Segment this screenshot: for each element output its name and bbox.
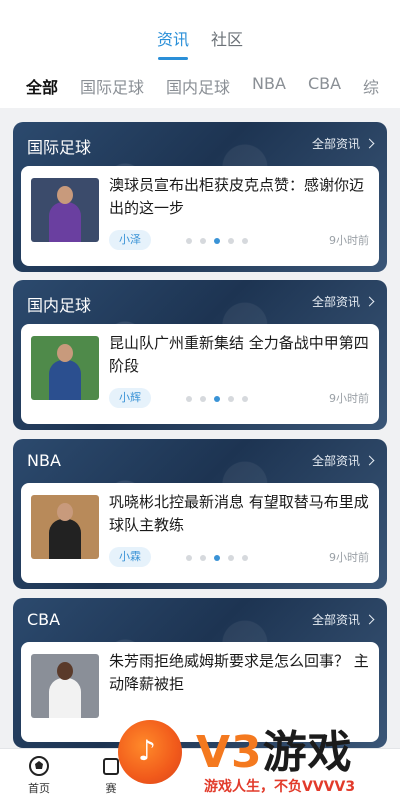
player-figure (49, 202, 81, 242)
carousel-dot[interactable] (242, 238, 248, 244)
news-time: 9小时前 (329, 234, 369, 247)
news-thumbnail (31, 178, 99, 242)
carousel-dot[interactable] (200, 555, 206, 561)
player-figure (49, 678, 81, 718)
tab-news[interactable]: 资讯 (157, 26, 189, 60)
news-time: 9小时前 (329, 551, 369, 564)
nav-item-home[interactable]: 首页 (14, 755, 64, 796)
home-soccer-icon (28, 755, 50, 777)
all-news-link[interactable]: 全部资讯 (311, 611, 375, 628)
player-head (57, 344, 73, 362)
news-card[interactable]: 昆山队广州重新集结 全力备战中甲第四阶段 小辉 9小时前 (21, 324, 379, 424)
news-thumbnail (31, 495, 99, 559)
main-tabs: 资讯 社区 (0, 26, 400, 60)
player-head (57, 186, 73, 204)
category-tab-comprehensive[interactable]: 综 (363, 74, 379, 98)
carousel-dot[interactable] (200, 238, 206, 244)
section-intl-football: 国际足球 全部资讯 澳球员宣布出柜获皮克点赞：感谢你迈出的这一步 小泽 9小时前 (13, 122, 387, 272)
section-title: CBA (27, 610, 61, 629)
section-nba: NBA 全部资讯 巩晓彬北控最新消息 有望取替马布里成球队主教练 小霖 9小时前 (13, 439, 387, 589)
carousel-dots (186, 555, 248, 561)
news-thumbnail (31, 654, 99, 718)
carousel-dots (186, 238, 248, 244)
category-tab-cba[interactable]: CBA (308, 74, 341, 98)
news-headline: 朱芳雨拒绝威姆斯要求是怎么回事？ 主动降薪被拒 (109, 652, 369, 693)
carousel-dot[interactable] (242, 396, 248, 402)
all-news-link[interactable]: 全部资讯 (311, 452, 375, 469)
section-title: 国际足球 (27, 138, 92, 157)
all-news-link[interactable]: 全部资讯 (311, 293, 375, 310)
author-tag[interactable]: 小辉 (109, 388, 151, 408)
carousel-dot[interactable] (228, 555, 234, 561)
chevron-right-icon (364, 138, 375, 149)
carousel-dot[interactable] (200, 396, 206, 402)
watermark-slogan: 游戏人生，不负VVVV3 (204, 779, 356, 795)
news-headline: 巩晓彬北控最新消息 有望取替马布里成球队主教练 (109, 493, 369, 534)
carousel-dot[interactable] (242, 555, 248, 561)
player-figure (49, 519, 81, 559)
news-headline: 昆山队广州重新集结 全力备战中甲第四阶段 (109, 334, 369, 375)
news-card[interactable]: 澳球员宣布出柜获皮克点赞：感谢你迈出的这一步 小泽 9小时前 (21, 166, 379, 266)
tab-community[interactable]: 社区 (211, 26, 243, 60)
all-news-link[interactable]: 全部资讯 (311, 135, 375, 152)
section-domestic-football: 国内足球 全部资讯 昆山队广州重新集结 全力备战中甲第四阶段 小辉 9小时前 (13, 280, 387, 430)
all-news-label: 全部资讯 (311, 137, 360, 151)
all-news-label: 全部资讯 (311, 295, 360, 309)
category-tab-nba[interactable]: NBA (252, 74, 286, 98)
section-title: 国内足球 (27, 296, 92, 315)
player-head (57, 662, 73, 680)
music-note-icon (118, 720, 182, 784)
category-tab-intl-football[interactable]: 国际足球 (80, 74, 144, 98)
chevron-right-icon (364, 614, 375, 625)
carousel-dot[interactable] (186, 238, 192, 244)
player-figure (49, 360, 81, 400)
news-card[interactable]: 巩晓彬北控最新消息 有望取替马布里成球队主教练 小霖 9小时前 (21, 483, 379, 583)
carousel-dot-active[interactable] (214, 238, 220, 244)
carousel-dot-active[interactable] (214, 396, 220, 402)
watermark-brand: V3游戏 (196, 716, 353, 780)
carousel-dot-active[interactable] (214, 555, 220, 561)
player-head (57, 503, 73, 521)
carousel-dot[interactable] (186, 396, 192, 402)
category-tabs: 全部 国际足球 国内足球 NBA CBA 综 (26, 74, 379, 98)
all-news-label: 全部资讯 (311, 613, 360, 627)
all-news-label: 全部资讯 (311, 454, 360, 468)
chevron-right-icon (364, 296, 375, 307)
author-tag[interactable]: 小霖 (109, 547, 151, 567)
category-tab-all[interactable]: 全部 (26, 74, 58, 98)
carousel-dot[interactable] (228, 396, 234, 402)
news-headline: 澳球员宣布出柜获皮克点赞：感谢你迈出的这一步 (109, 176, 365, 217)
site-watermark: V3游戏 游戏人生，不负VVVV3 (112, 712, 400, 800)
news-feed: 国际足球 全部资讯 澳球员宣布出柜获皮克点赞：感谢你迈出的这一步 小泽 9小时前 (0, 108, 400, 748)
chevron-right-icon (364, 455, 375, 466)
watermark-brand-v3: V3 (196, 727, 263, 778)
news-time: 9小时前 (329, 392, 369, 405)
section-title: NBA (27, 451, 61, 470)
author-tag[interactable]: 小泽 (109, 230, 151, 250)
carousel-dot[interactable] (186, 555, 192, 561)
news-thumbnail (31, 336, 99, 400)
carousel-dots (186, 396, 248, 402)
watermark-brand-game: 游戏 (262, 727, 353, 778)
top-bar: 资讯 社区 全部 国际足球 国内足球 NBA CBA 综 (0, 0, 400, 108)
nav-label-home: 首页 (28, 782, 50, 795)
carousel-dot[interactable] (228, 238, 234, 244)
category-tab-domestic-football[interactable]: 国内足球 (166, 74, 230, 98)
